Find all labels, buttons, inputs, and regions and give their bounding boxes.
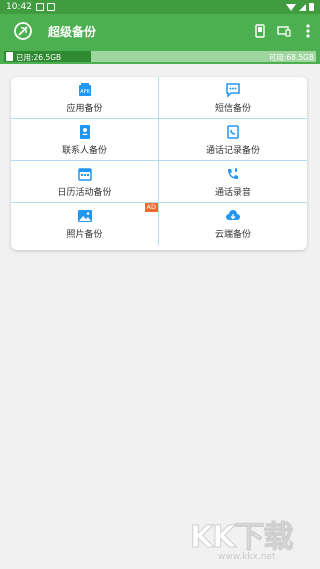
menu-label: 日历活动备份 bbox=[57, 187, 112, 198]
more-vert-icon[interactable] bbox=[296, 14, 320, 48]
devices-icon[interactable] bbox=[272, 14, 296, 48]
menu-label: 短信备份 bbox=[214, 103, 251, 114]
photo-icon bbox=[77, 210, 92, 222]
menu-contacts-backup[interactable]: 联系人备份 bbox=[11, 119, 159, 161]
menu-app-backup[interactable]: APK 应用备份 bbox=[11, 77, 159, 119]
menu-calendar-backup[interactable]: 日历活动备份 bbox=[11, 161, 159, 203]
menu-label: 照片备份 bbox=[66, 230, 103, 240]
sms-icon bbox=[226, 82, 240, 98]
app-backup-icon: APK bbox=[78, 82, 91, 96]
menu-sms-backup[interactable]: 短信备份 bbox=[159, 77, 307, 119]
ad-badge: AD bbox=[144, 203, 158, 212]
watermark-text: KK下载 bbox=[190, 520, 295, 556]
svg-text:APK: APK bbox=[80, 89, 90, 95]
status-time: 10:42 bbox=[6, 2, 32, 12]
menu-photo-backup[interactable]: 照片备份 AD bbox=[11, 203, 159, 245]
app-bar: 超级备份 bbox=[0, 14, 320, 48]
menu-call-record[interactable]: 通话录音 bbox=[159, 161, 307, 203]
menu-label: 联系人备份 bbox=[61, 145, 107, 156]
menu-label: 通话记录备份 bbox=[205, 145, 260, 156]
calendar-icon bbox=[77, 167, 92, 181]
call-log-icon bbox=[227, 124, 239, 139]
notification-icon bbox=[35, 3, 44, 11]
notification-icon bbox=[46, 3, 55, 11]
cloud-icon bbox=[226, 210, 240, 220]
menu-cloud-backup[interactable]: 云端备份 bbox=[159, 203, 307, 245]
menu-label: 通话录音 bbox=[214, 187, 251, 198]
storage-free-label: 可用:68.5GB bbox=[268, 53, 314, 62]
app-logo-icon[interactable] bbox=[6, 14, 40, 48]
sd-card-icon bbox=[6, 52, 13, 61]
wifi-icon bbox=[286, 3, 296, 11]
call-record-icon bbox=[228, 167, 238, 179]
contacts-icon bbox=[79, 124, 90, 139]
storage-bar: 已用:26.5GB 可用:68.5GB bbox=[0, 48, 320, 64]
signal-icon bbox=[299, 3, 306, 11]
storage-used-label: 已用:26.5GB bbox=[16, 53, 62, 62]
app-title: 超级备份 bbox=[48, 24, 97, 39]
status-bar: 10:42 bbox=[0, 0, 320, 14]
watermark: KK下载 www.kkx.net bbox=[190, 512, 318, 568]
battery-icon bbox=[309, 3, 314, 11]
menu-label: 应用备份 bbox=[66, 103, 103, 114]
backup-menu-card: APK 应用备份 短信备份 联系人备份 通话记录备份 日历活动备份 通话录音 照… bbox=[11, 77, 307, 250]
menu-label: 云端备份 bbox=[214, 230, 251, 240]
phone-icon[interactable] bbox=[248, 14, 272, 48]
watermark-url: www.kkx.net bbox=[218, 552, 276, 562]
menu-call-log-backup[interactable]: 通话记录备份 bbox=[159, 119, 307, 161]
